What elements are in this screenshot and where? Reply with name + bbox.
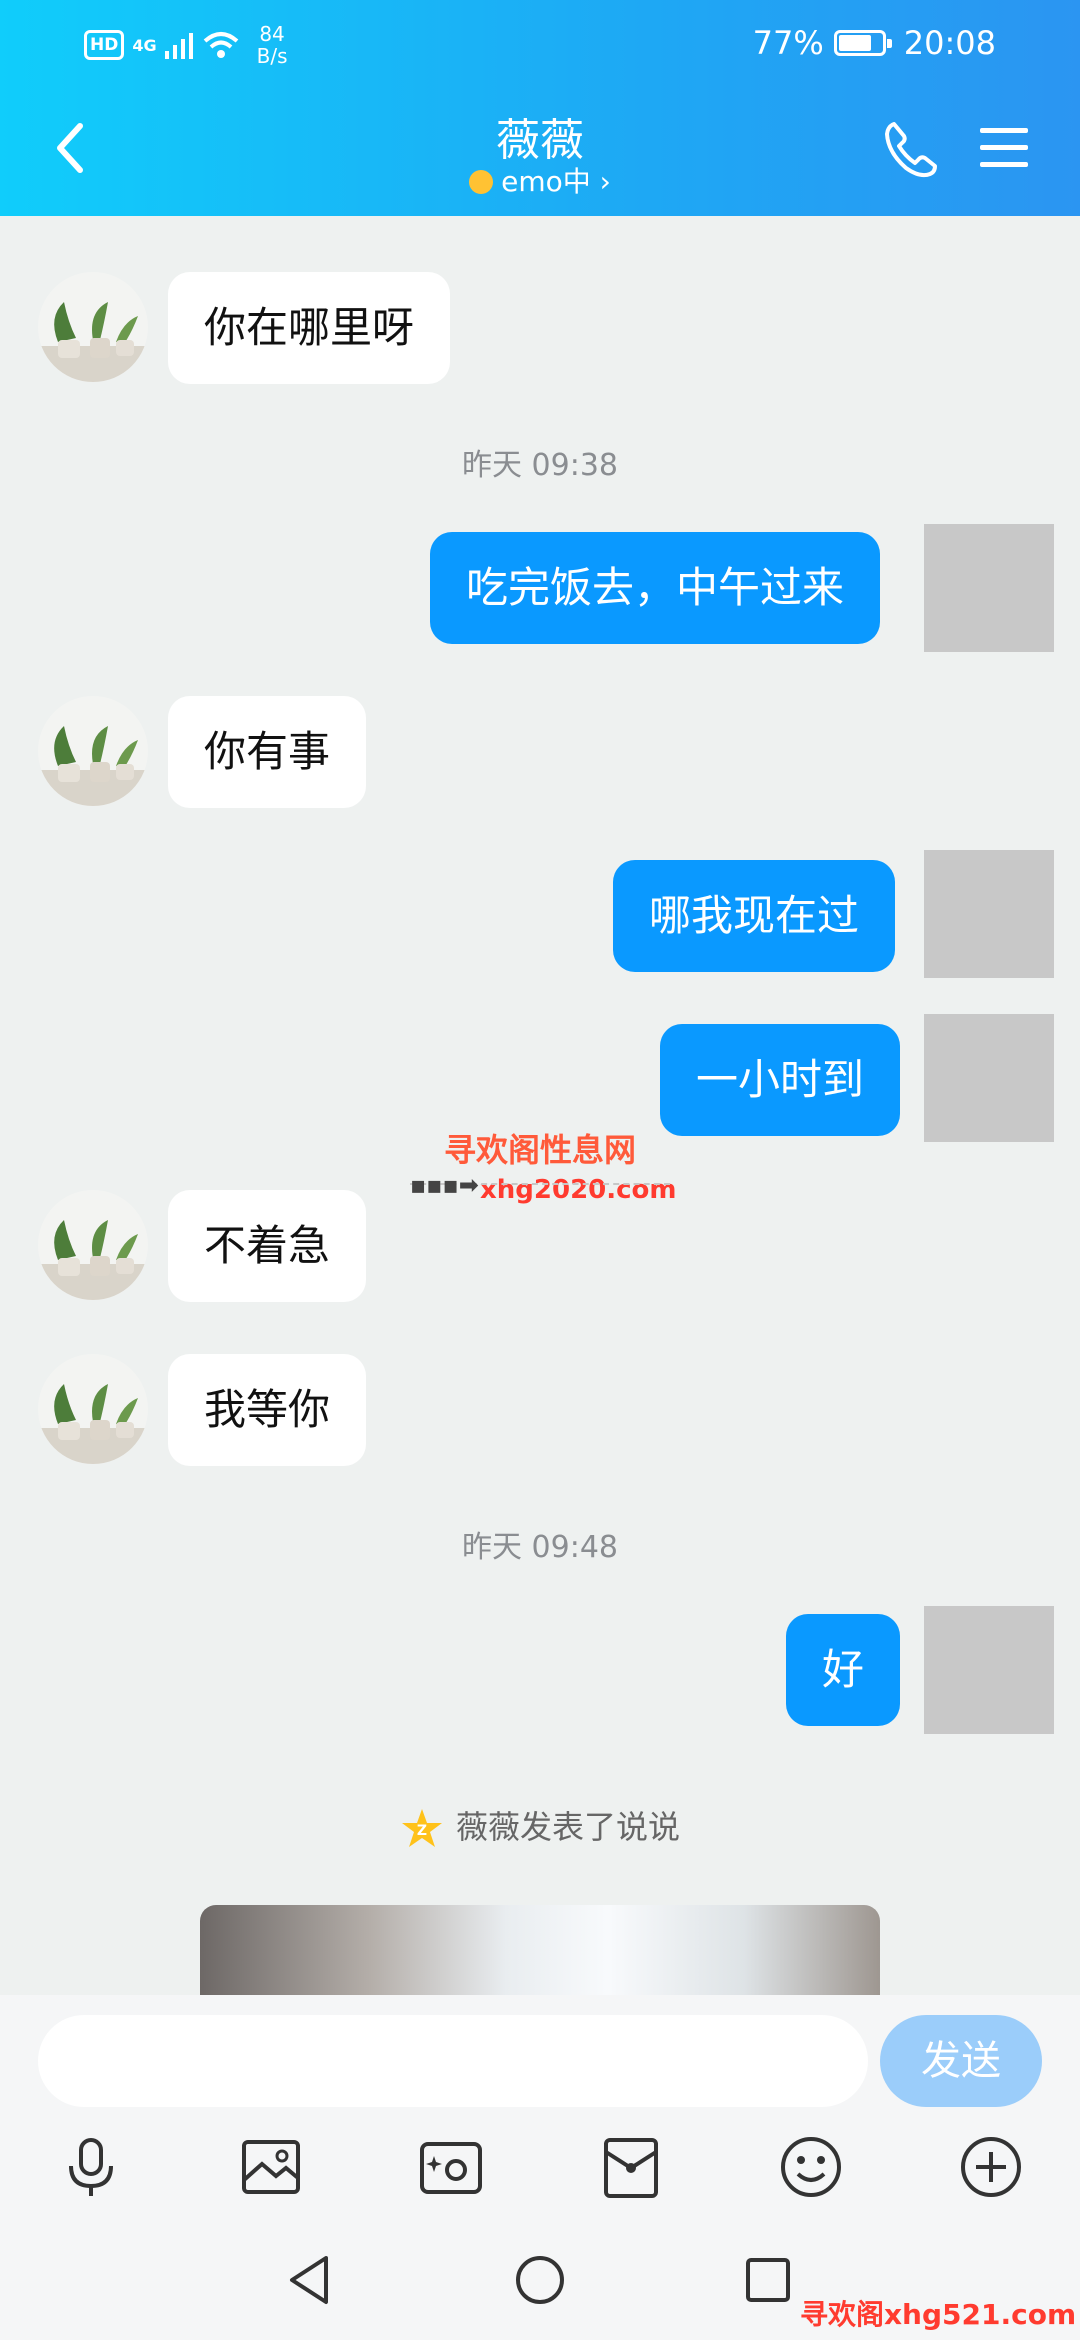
menu-icon[interactable]	[976, 120, 1032, 176]
battery-percent: 77%	[752, 24, 824, 62]
image-icon[interactable]	[236, 2132, 306, 2202]
chat-header: HD 4G 84 B/s 77% 20:08 薇薇 emo中 ›	[0, 0, 1080, 216]
battery-level	[838, 35, 872, 51]
plant-avatar-icon	[38, 1354, 148, 1464]
camera-icon[interactable]	[416, 2132, 486, 2202]
footer-watermark: 寻欢阁xhg521.com	[800, 2298, 1077, 2331]
message-timestamp: 昨天 09:48	[462, 1530, 618, 1565]
emoji-icon[interactable]	[776, 2132, 846, 2202]
message-input[interactable]	[38, 2015, 868, 2107]
phone-icon[interactable]	[880, 118, 942, 180]
contact-avatar[interactable]	[38, 1354, 148, 1464]
message-bubble-outgoing[interactable]: 吃完饭去，中午过来	[430, 532, 881, 644]
shared-post-image[interactable]	[200, 1905, 880, 1995]
chat-toolbar	[0, 2125, 1080, 2260]
watermark-title: 寻欢阁性息网	[443, 1131, 636, 1169]
qzone-notice-text: 薇薇发表了说说	[455, 1808, 680, 1846]
my-avatar[interactable]	[924, 524, 1054, 652]
qzone-star-icon: Z	[401, 1809, 442, 1847]
nav-back-icon[interactable]	[280, 2250, 340, 2310]
network-speed: 84 B/s	[257, 23, 288, 67]
input-bar: 发送	[0, 1995, 1080, 2125]
wifi-icon	[203, 32, 238, 58]
plant-avatar-icon	[38, 1190, 148, 1300]
plus-icon[interactable]	[956, 2132, 1026, 2202]
nav-recents-icon[interactable]	[738, 2250, 798, 2310]
message-timestamp: 昨天 09:38	[462, 448, 618, 483]
contact-avatar[interactable]	[38, 272, 148, 382]
message-bubble-outgoing[interactable]: 哪我现在过	[613, 860, 896, 972]
message-bubble-outgoing[interactable]: 好	[786, 1614, 901, 1726]
hd-badge: HD	[84, 30, 125, 60]
send-button[interactable]: 发送	[880, 2015, 1042, 2107]
speed-value: 84	[259, 22, 285, 46]
message-bubble-outgoing[interactable]: 一小时到	[660, 1024, 901, 1136]
status-bar-left: HD 4G 84 B/s	[84, 20, 288, 70]
status-bar-right: 77% 20:08	[753, 18, 996, 68]
contact-avatar[interactable]	[38, 1190, 148, 1300]
network-label: 4G	[132, 35, 157, 55]
message-bubble-incoming[interactable]: 你在哪里呀	[168, 272, 451, 384]
sad-emoji-icon	[469, 170, 494, 194]
battery-icon	[833, 30, 892, 56]
qzone-post-notice[interactable]: Z 薇薇发表了说说	[0, 1802, 1080, 1851]
my-avatar[interactable]	[924, 1606, 1054, 1734]
my-avatar[interactable]	[924, 1014, 1054, 1142]
red-packet-icon[interactable]	[596, 2132, 666, 2202]
signal-icon	[164, 33, 193, 59]
watermark: 寻欢阁性息网 ▪▪▪➡ xhg2020.com	[400, 1125, 680, 1205]
message-bubble-incoming[interactable]: 我等你	[168, 1354, 367, 1466]
svg-text:Z: Z	[417, 1823, 427, 1839]
speed-unit: B/s	[256, 44, 288, 68]
plant-avatar-icon	[38, 272, 148, 382]
my-avatar[interactable]	[924, 850, 1054, 978]
contact-avatar[interactable]	[38, 696, 148, 806]
plant-avatar-icon	[38, 696, 148, 806]
clock: 20:08	[903, 24, 996, 62]
contact-status-text: emo中 ›	[501, 165, 611, 198]
message-bubble-incoming[interactable]: 你有事	[168, 696, 367, 808]
nav-home-icon[interactable]	[510, 2250, 570, 2310]
arrow-icon: ▪▪▪➡	[410, 1171, 479, 1199]
message-bubble-incoming[interactable]: 不着急	[168, 1190, 367, 1302]
microphone-icon[interactable]	[56, 2132, 126, 2202]
